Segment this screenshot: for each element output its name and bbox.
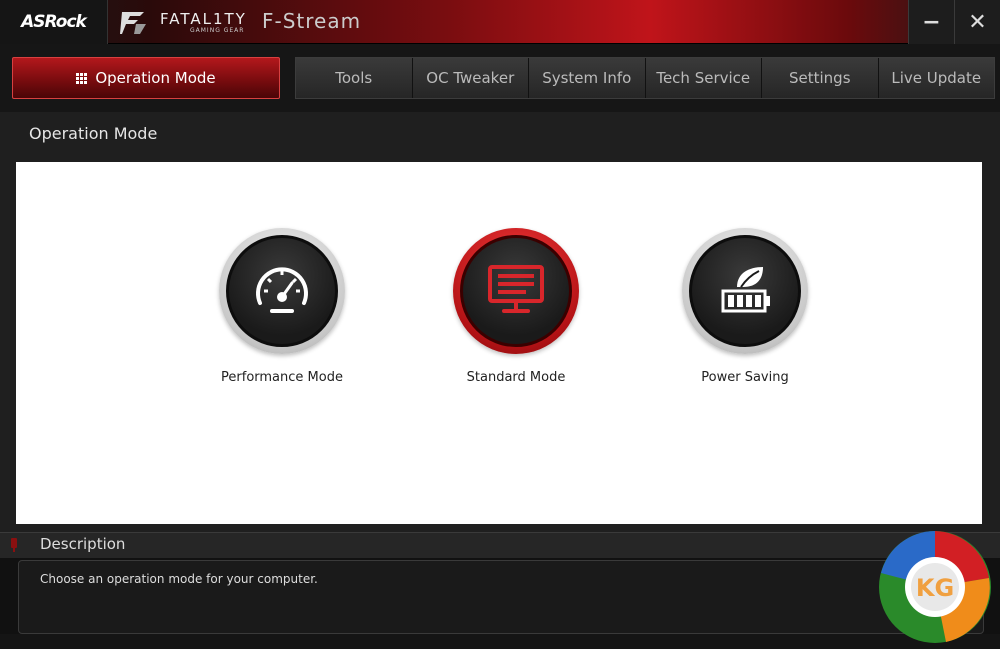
- tab-strip: Tools OC Tweaker System Info Tech Servic…: [295, 57, 995, 99]
- leaf-battery-icon: [721, 267, 770, 313]
- bottom-edge: [0, 634, 1000, 649]
- watermark-text: KG: [916, 574, 954, 602]
- tab-operation-mode-label: Operation Mode: [95, 69, 216, 87]
- tab-system-info[interactable]: System Info: [529, 58, 646, 98]
- grid-icon: [76, 72, 88, 84]
- description-title: Description: [40, 535, 126, 553]
- standard-mode-button[interactable]: [453, 228, 579, 354]
- fatality-logo-icon: [120, 12, 146, 34]
- minimize-button[interactable]: −: [908, 0, 954, 44]
- app-title: F-Stream: [262, 9, 362, 33]
- brand-text: ASRock: [21, 12, 87, 32]
- asrock-logo: ASRock: [0, 0, 108, 44]
- tab-tools[interactable]: Tools: [296, 58, 413, 98]
- fatality-subtext: GAMING GEAR: [190, 27, 245, 34]
- monitor-icon: [488, 265, 544, 313]
- description-header: [0, 532, 1000, 558]
- tab-operation-mode[interactable]: Operation Mode: [12, 57, 280, 99]
- power-saving-button[interactable]: [682, 228, 808, 354]
- info-marker-icon: [11, 538, 17, 552]
- speedometer-icon: [256, 267, 308, 313]
- fatality-text: FATAL1TY: [160, 10, 247, 28]
- performance-mode-label: Performance Mode: [221, 370, 343, 385]
- tab-settings[interactable]: Settings: [762, 58, 879, 98]
- kitguru-watermark-icon: KG: [879, 531, 991, 643]
- title-bar: ASRock FATAL1TY GAMING GEAR F-Stream − ✕: [0, 0, 1000, 44]
- performance-mode-option[interactable]: Performance Mode: [202, 228, 362, 385]
- minimize-icon: −: [922, 9, 941, 35]
- tab-oc-tweaker[interactable]: OC Tweaker: [413, 58, 529, 98]
- close-icon: ✕: [968, 9, 987, 35]
- tab-tech-service[interactable]: Tech Service: [646, 58, 762, 98]
- mode-panel: Performance Mode Standard Mode Power Sav…: [16, 162, 982, 524]
- close-button[interactable]: ✕: [954, 0, 1000, 44]
- performance-mode-button[interactable]: [219, 228, 345, 354]
- page-title: Operation Mode: [29, 124, 158, 143]
- power-saving-label: Power Saving: [701, 370, 789, 385]
- tab-live-update[interactable]: Live Update: [879, 58, 995, 98]
- standard-mode-option[interactable]: Standard Mode: [436, 228, 596, 385]
- description-text: Choose an operation mode for your comput…: [40, 572, 318, 586]
- power-saving-option[interactable]: Power Saving: [665, 228, 825, 385]
- standard-mode-label: Standard Mode: [466, 370, 566, 385]
